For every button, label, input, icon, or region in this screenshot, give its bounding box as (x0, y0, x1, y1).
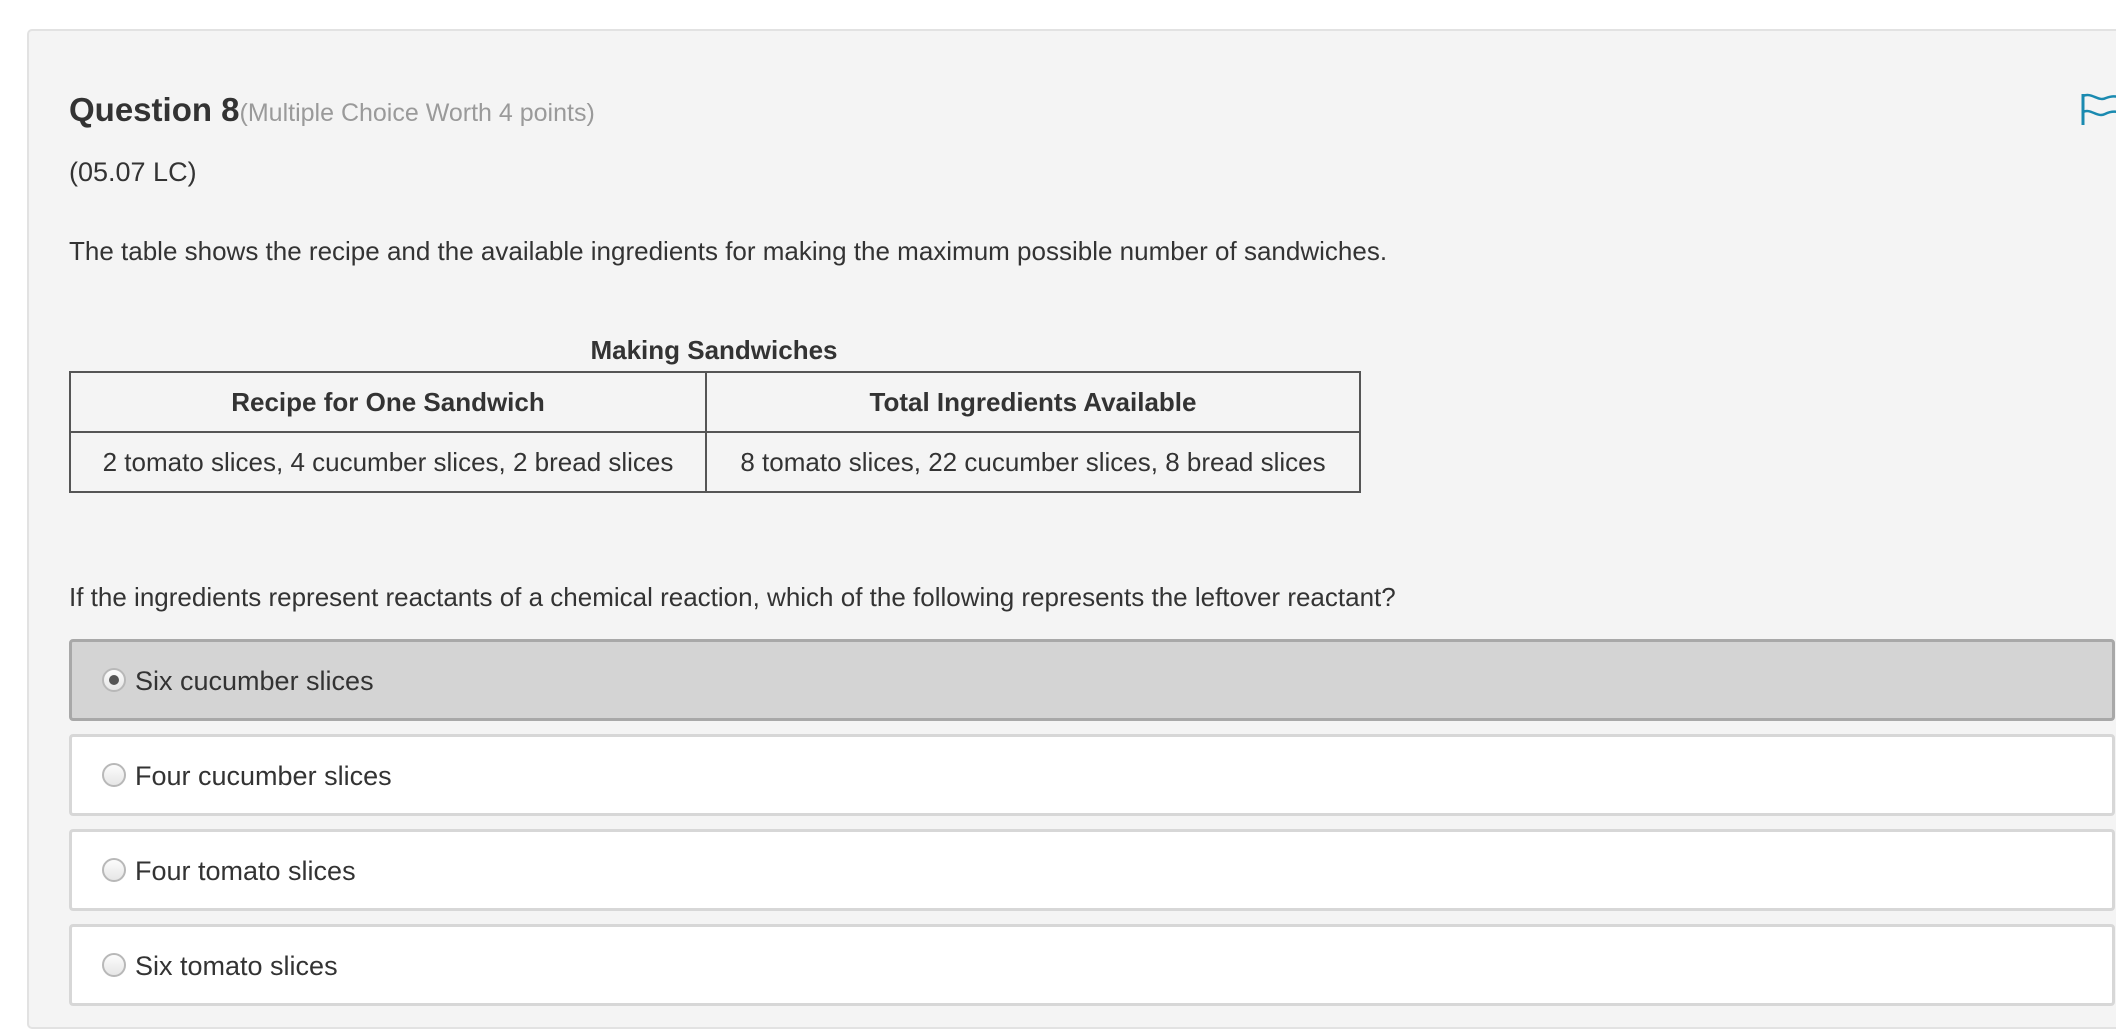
table-cell-recipe: 2 tomato slices, 4 cucumber slices, 2 br… (69, 431, 707, 493)
choice-four-cucumber[interactable]: Four cucumber slices (69, 734, 2115, 816)
radio-selected-dot (109, 675, 119, 685)
radio-button[interactable] (102, 763, 126, 787)
flag-icon[interactable] (2080, 92, 2116, 126)
question-intro: The table shows the recipe and the avail… (69, 236, 1388, 266)
question-panel: Question 8(Multiple Choice Worth 4 point… (27, 29, 2116, 1029)
question-worth: (Multiple Choice Worth 4 points) (239, 99, 595, 127)
choice-label: Six cucumber slices (135, 666, 374, 696)
radio-button[interactable] (102, 953, 126, 977)
question-code: (05.07 LC) (69, 157, 197, 187)
question-prompt: If the ingredients represent reactants o… (69, 582, 1396, 612)
table-header-recipe: Recipe for One Sandwich (69, 371, 707, 433)
radio-button[interactable] (102, 858, 126, 882)
table-caption: Making Sandwiches (590, 335, 838, 365)
choice-six-cucumber[interactable]: Six cucumber slices (69, 639, 2115, 721)
recipe-table: Recipe for One Sandwich Total Ingredient… (69, 371, 1361, 493)
table-cell-available: 8 tomato slices, 22 cucumber slices, 8 b… (705, 431, 1361, 493)
question-title: Question 8 (69, 91, 240, 128)
choice-label: Four tomato slices (135, 856, 356, 886)
radio-button[interactable] (102, 668, 126, 692)
question-header: Question 8(Multiple Choice Worth 4 point… (69, 91, 595, 129)
choice-four-tomato[interactable]: Four tomato slices (69, 829, 2115, 911)
choice-label: Six tomato slices (135, 951, 338, 981)
table-header-available: Total Ingredients Available (705, 371, 1361, 433)
choice-six-tomato[interactable]: Six tomato slices (69, 924, 2115, 1006)
table-header-row: Recipe for One Sandwich Total Ingredient… (69, 371, 1361, 433)
table-row: 2 tomato slices, 4 cucumber slices, 2 br… (69, 431, 1361, 493)
choice-label: Four cucumber slices (135, 761, 392, 791)
